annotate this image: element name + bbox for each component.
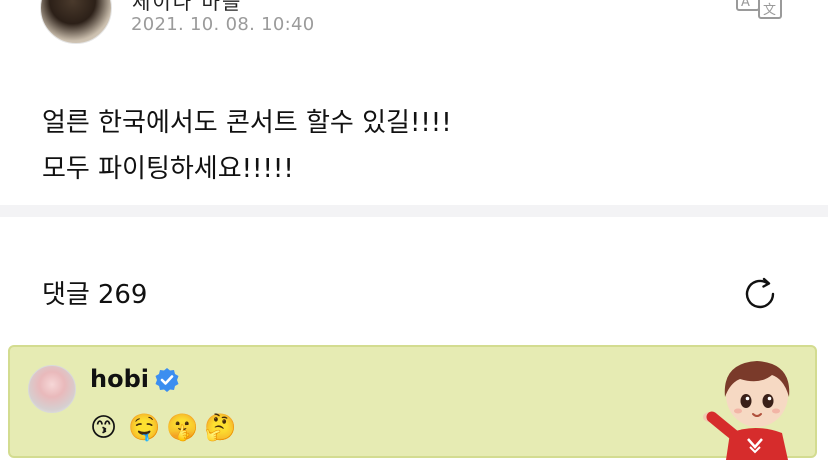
post-text-line: 모두 파이팅하세요!!!!! [42, 154, 294, 184]
svg-text:A: A [741, 0, 750, 10]
svg-text:文: 文 [763, 3, 776, 18]
highlighted-comment[interactable]: hobi 😙 🤤 🤫 🤔 [8, 345, 817, 460]
section-divider [0, 205, 828, 217]
post-body: 얼른 한국에서도 콘서트 할수 있길!!!! 모두 파이팅하세요!!!!! [42, 100, 802, 192]
author-avatar[interactable] [40, 0, 112, 44]
post-header: 세이나 마을 2021. 10. 08. 10:40 A 文 [0, 0, 828, 60]
drooling-face-emoji: 🤤 [128, 413, 163, 443]
comments-label: 댓글 [42, 280, 90, 310]
shushing-face-emoji: 🤫 [166, 413, 201, 443]
comments-header: 댓글 269 [0, 270, 828, 320]
comments-title: 댓글 269 [42, 274, 147, 311]
author-name[interactable]: 세이나 마을 [132, 0, 242, 15]
translate-button[interactable]: A 文 [735, 0, 785, 24]
refresh-button[interactable] [740, 274, 780, 314]
commenter-avatar[interactable] [28, 365, 76, 413]
post-text-line: 얼른 한국에서도 콘서트 할수 있길!!!! [42, 108, 452, 138]
refresh-icon [745, 277, 775, 309]
post-timestamp: 2021. 10. 08. 10:40 [131, 14, 315, 35]
translate-icon: A 文 [736, 0, 782, 19]
kissing-face-emoji: 😙 [90, 413, 120, 443]
character-sticker [703, 361, 790, 460]
thinking-face-emoji: 🤔 [204, 413, 239, 443]
commenter-username[interactable]: hobi [90, 365, 149, 393]
comment-emojis: 😙 🤤 🤫 🤔 [90, 411, 242, 445]
verified-badge-icon [155, 368, 179, 392]
comments-count: 269 [97, 280, 148, 310]
